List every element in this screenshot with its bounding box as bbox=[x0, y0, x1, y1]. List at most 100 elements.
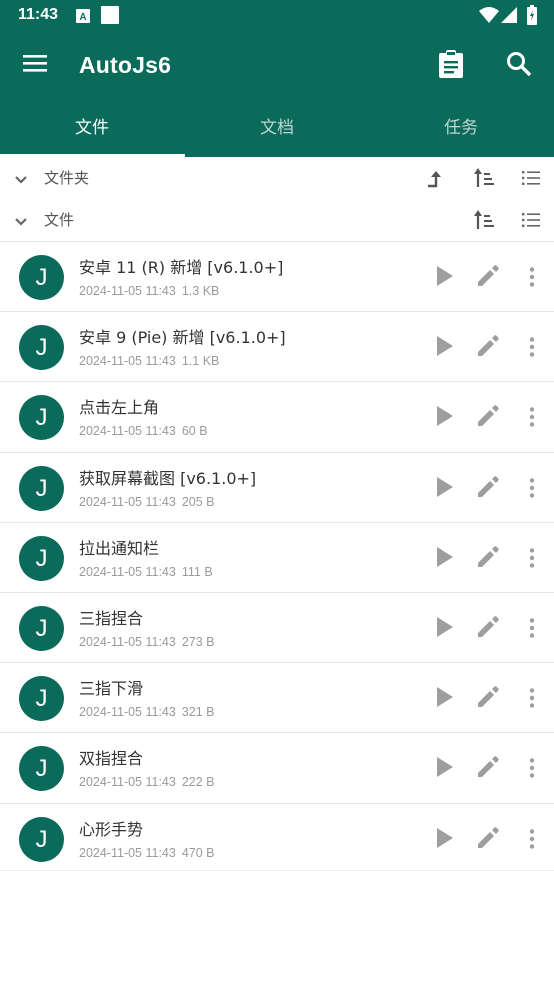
file-size: 222 B bbox=[181, 775, 215, 790]
edit-icon[interactable] bbox=[477, 756, 499, 782]
file-date: 2024-11-05 11:43 bbox=[79, 635, 176, 649]
play-icon[interactable] bbox=[436, 756, 454, 782]
app-bar: AutoJs6 文件 文档 任务 bbox=[0, 30, 554, 157]
file-meta: 2024-11-05 11:43 1.1 KB bbox=[79, 354, 219, 368]
play-icon[interactable] bbox=[436, 405, 454, 431]
clipboard-icon[interactable] bbox=[439, 50, 463, 82]
more-options-icon[interactable] bbox=[529, 548, 535, 572]
more-options-icon[interactable] bbox=[529, 407, 535, 431]
play-icon[interactable] bbox=[436, 265, 454, 291]
notification-square-icon bbox=[101, 6, 119, 28]
sort-icon[interactable] bbox=[474, 167, 494, 193]
file-name: 三指捏合 bbox=[79, 609, 144, 628]
edit-icon[interactable] bbox=[477, 335, 499, 361]
edit-icon[interactable] bbox=[477, 405, 499, 431]
more-options-icon[interactable] bbox=[529, 477, 535, 502]
file-avatar: J bbox=[19, 676, 64, 722]
file-row[interactable]: J 三指捏合 2024-11-05 11:43 273 B bbox=[0, 592, 554, 662]
file-size: 1.3 KB bbox=[181, 284, 220, 298]
file-meta: 2024-11-05 11:43 470 B bbox=[79, 846, 215, 860]
file-row[interactable]: J 心形手势 2024-11-05 11:43 470 B bbox=[0, 802, 554, 873]
tab-docs[interactable]: 文档 bbox=[185, 108, 369, 157]
battery-icon bbox=[527, 5, 537, 29]
file-date: 2024-11-05 11:43 bbox=[79, 354, 176, 369]
file-name: 安卓 9 (Pie) 新增 [v6.1.0+] bbox=[79, 328, 286, 348]
list-divider bbox=[0, 870, 554, 871]
chevron-down-icon[interactable] bbox=[14, 170, 28, 189]
file-row[interactable]: J 双指捏合 2024-11-05 11:43 222 B bbox=[0, 732, 554, 802]
search-icon[interactable] bbox=[506, 51, 532, 81]
file-size: 60 B bbox=[181, 424, 208, 439]
file-meta: 2024-11-05 11:43 222 B bbox=[79, 775, 215, 789]
play-icon[interactable] bbox=[436, 476, 454, 502]
more-options-icon[interactable] bbox=[529, 267, 535, 291]
edit-icon[interactable] bbox=[477, 616, 499, 642]
file-size: 470 B bbox=[181, 845, 215, 860]
file-avatar: J bbox=[19, 816, 64, 862]
chevron-down-icon[interactable] bbox=[14, 212, 28, 231]
file-avatar: J bbox=[19, 255, 64, 300]
file-size: 111 B bbox=[181, 564, 213, 579]
play-icon[interactable] bbox=[436, 827, 454, 853]
list-view-icon[interactable] bbox=[522, 212, 540, 231]
file-row[interactable]: J 安卓 11 (R) 新增 [v6.1.0+] 2024-11-05 11:43 1… bbox=[0, 241, 554, 311]
file-date: 2024-11-05 11:43 bbox=[79, 284, 176, 298]
more-options-icon[interactable] bbox=[529, 688, 535, 712]
file-meta: 2024-11-05 11:43 1.3 KB bbox=[79, 284, 219, 298]
file-size: 321 B bbox=[181, 705, 215, 720]
status-time: 11:43 bbox=[18, 6, 59, 23]
edit-icon[interactable] bbox=[477, 265, 499, 291]
tab-indicator bbox=[0, 154, 185, 157]
file-row[interactable]: J 点击左上角 2024-11-05 11:43 60 B bbox=[0, 381, 554, 451]
more-options-icon[interactable] bbox=[529, 828, 535, 853]
file-avatar: J bbox=[19, 395, 64, 441]
play-icon[interactable] bbox=[436, 546, 454, 572]
file-row[interactable]: J 三指下滑 2024-11-05 11:43 321 B bbox=[0, 662, 554, 732]
file-date: 2024-11-05 11:43 bbox=[79, 845, 176, 860]
tab-files[interactable]: 文件 bbox=[0, 108, 184, 157]
go-up-icon[interactable] bbox=[426, 168, 446, 192]
file-meta: 2024-11-05 11:43 111 B bbox=[79, 565, 213, 579]
tab-tasks[interactable]: 任务 bbox=[369, 108, 553, 157]
svg-text:A: A bbox=[79, 12, 86, 23]
more-options-icon[interactable] bbox=[529, 758, 535, 782]
file-meta: 2024-11-05 11:43 60 B bbox=[79, 424, 208, 438]
more-options-icon[interactable] bbox=[529, 618, 535, 642]
file-avatar: J bbox=[19, 465, 64, 511]
file-row[interactable]: J 拉出通知栏 2024-11-05 11:43 111 B bbox=[0, 521, 554, 592]
file-name: 三指下滑 bbox=[79, 679, 144, 699]
edit-icon[interactable] bbox=[477, 826, 499, 853]
more-options-icon[interactable] bbox=[529, 337, 535, 361]
file-date: 2024-11-05 11:43 bbox=[79, 424, 176, 439]
file-date: 2024-11-05 11:43 bbox=[79, 494, 176, 509]
file-size: 273 B bbox=[181, 635, 215, 649]
file-date: 2024-11-05 11:43 bbox=[79, 775, 176, 790]
play-icon[interactable] bbox=[436, 335, 454, 361]
file-row[interactable]: J 获取屏幕截图 [v6.1.0+] 2024-11-05 11:43 205 B bbox=[0, 451, 554, 522]
notification-a-icon: A bbox=[76, 8, 90, 27]
file-date: 2024-11-05 11:43 bbox=[79, 564, 176, 579]
edit-icon[interactable] bbox=[477, 545, 499, 572]
wifi-icon bbox=[479, 7, 499, 27]
edit-icon[interactable] bbox=[477, 686, 499, 712]
file-name: 心形手势 bbox=[79, 819, 144, 839]
signal-icon bbox=[501, 7, 517, 27]
edit-icon[interactable] bbox=[477, 475, 499, 502]
menu-icon[interactable] bbox=[23, 53, 47, 77]
file-name: 获取屏幕截图 [v6.1.0+] bbox=[79, 468, 257, 488]
play-icon[interactable] bbox=[436, 616, 454, 642]
file-name: 安卓 11 (R) 新增 [v6.1.0+] bbox=[79, 258, 284, 277]
file-size: 1.1 KB bbox=[181, 354, 220, 369]
files-label: 文件 bbox=[44, 211, 75, 229]
tab-bar: 文件 文档 任务 bbox=[0, 108, 554, 157]
status-bar: 11:43 A bbox=[0, 0, 554, 30]
files-section-header[interactable]: 文件 bbox=[0, 200, 554, 240]
play-icon[interactable] bbox=[436, 686, 454, 712]
folders-label: 文件夹 bbox=[44, 169, 90, 187]
file-row[interactable]: J 安卓 9 (Pie) 新增 [v6.1.0+] 2024-11-05 11:43… bbox=[0, 311, 554, 381]
list-view-icon[interactable] bbox=[522, 170, 540, 189]
folders-section-header[interactable]: 文件夹 bbox=[0, 158, 554, 198]
file-meta: 2024-11-05 11:43 273 B bbox=[79, 635, 215, 649]
file-name: 拉出通知栏 bbox=[79, 538, 160, 558]
sort-icon[interactable] bbox=[474, 209, 494, 235]
